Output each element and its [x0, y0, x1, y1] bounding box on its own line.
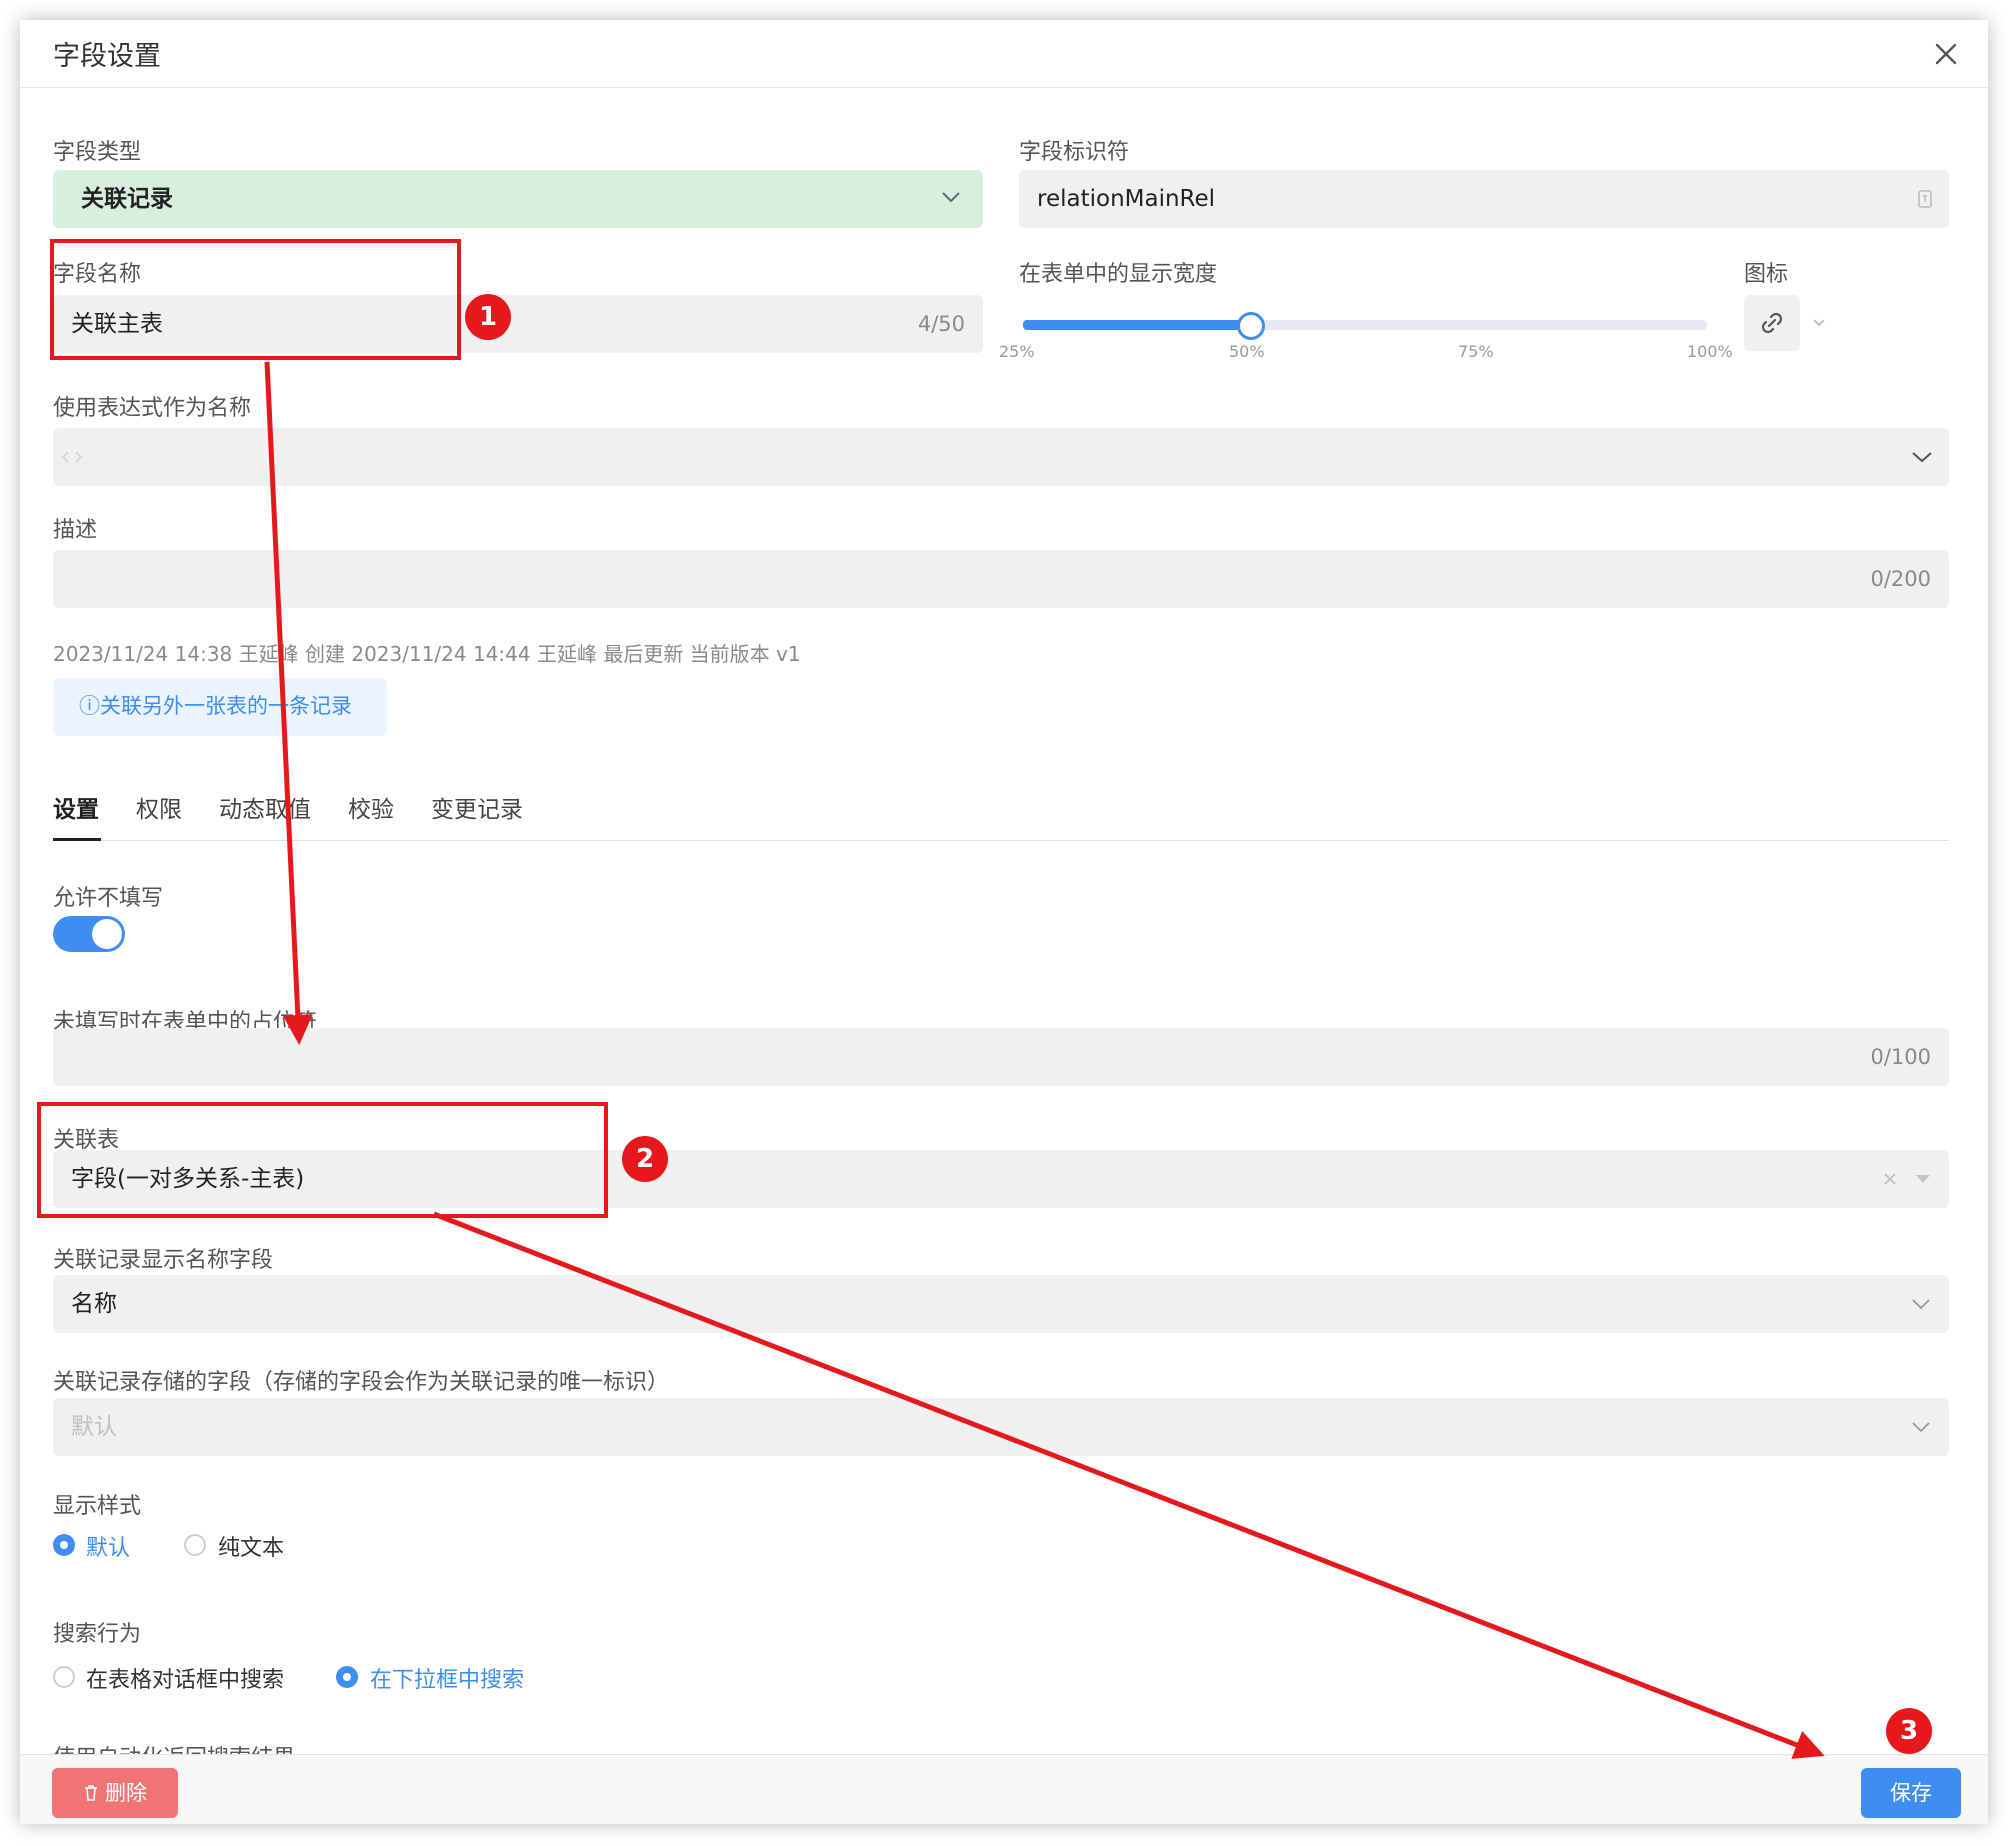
annotation-arrow-1 — [264, 361, 313, 1045]
annotation-arrows — [264, 361, 1825, 1759]
field-settings-dialog: 字段设置 字段类型 关联记录 字段标识符 relationMainRel 字段名… — [20, 20, 1988, 1824]
annotation-arrow-2 — [433, 1211, 1825, 1759]
